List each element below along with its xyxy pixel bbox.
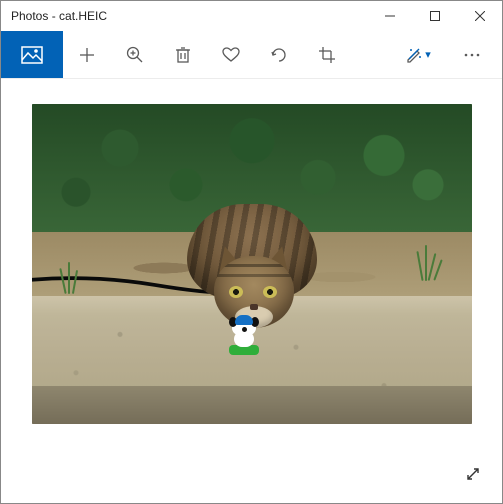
fullscreen-icon — [465, 466, 481, 482]
window-title: Photos - cat.HEIC — [1, 9, 107, 23]
maximize-button[interactable] — [412, 1, 457, 31]
edit-create-button[interactable]: ▾ — [388, 31, 448, 78]
minimize-icon — [385, 11, 395, 21]
close-button[interactable] — [457, 1, 502, 31]
add-button[interactable] — [63, 31, 111, 78]
zoom-button[interactable] — [111, 31, 159, 78]
zoom-icon — [126, 46, 144, 64]
crop-icon — [318, 46, 336, 64]
close-icon — [475, 11, 485, 21]
minimize-button[interactable] — [367, 1, 412, 31]
rotate-button[interactable] — [255, 31, 303, 78]
delete-icon — [175, 46, 191, 64]
edit-icon — [405, 46, 423, 64]
more-button[interactable] — [448, 31, 496, 78]
more-icon — [463, 53, 481, 57]
favorite-button[interactable] — [207, 31, 255, 78]
photo-viewer[interactable] — [1, 79, 502, 499]
rotate-icon — [270, 46, 288, 64]
photo-view-icon — [21, 46, 43, 64]
delete-button[interactable] — [159, 31, 207, 78]
add-icon — [79, 47, 95, 63]
fullscreen-button[interactable] — [458, 459, 488, 489]
crop-button[interactable] — [303, 31, 351, 78]
toy-object — [225, 315, 261, 355]
chevron-down-icon: ▾ — [425, 48, 431, 61]
view-collection-tab[interactable] — [1, 31, 63, 78]
toolbar: ▾ — [1, 31, 502, 79]
maximize-icon — [430, 11, 440, 21]
heart-icon — [222, 47, 240, 63]
photo-image — [32, 104, 472, 424]
titlebar: Photos - cat.HEIC — [1, 1, 502, 31]
